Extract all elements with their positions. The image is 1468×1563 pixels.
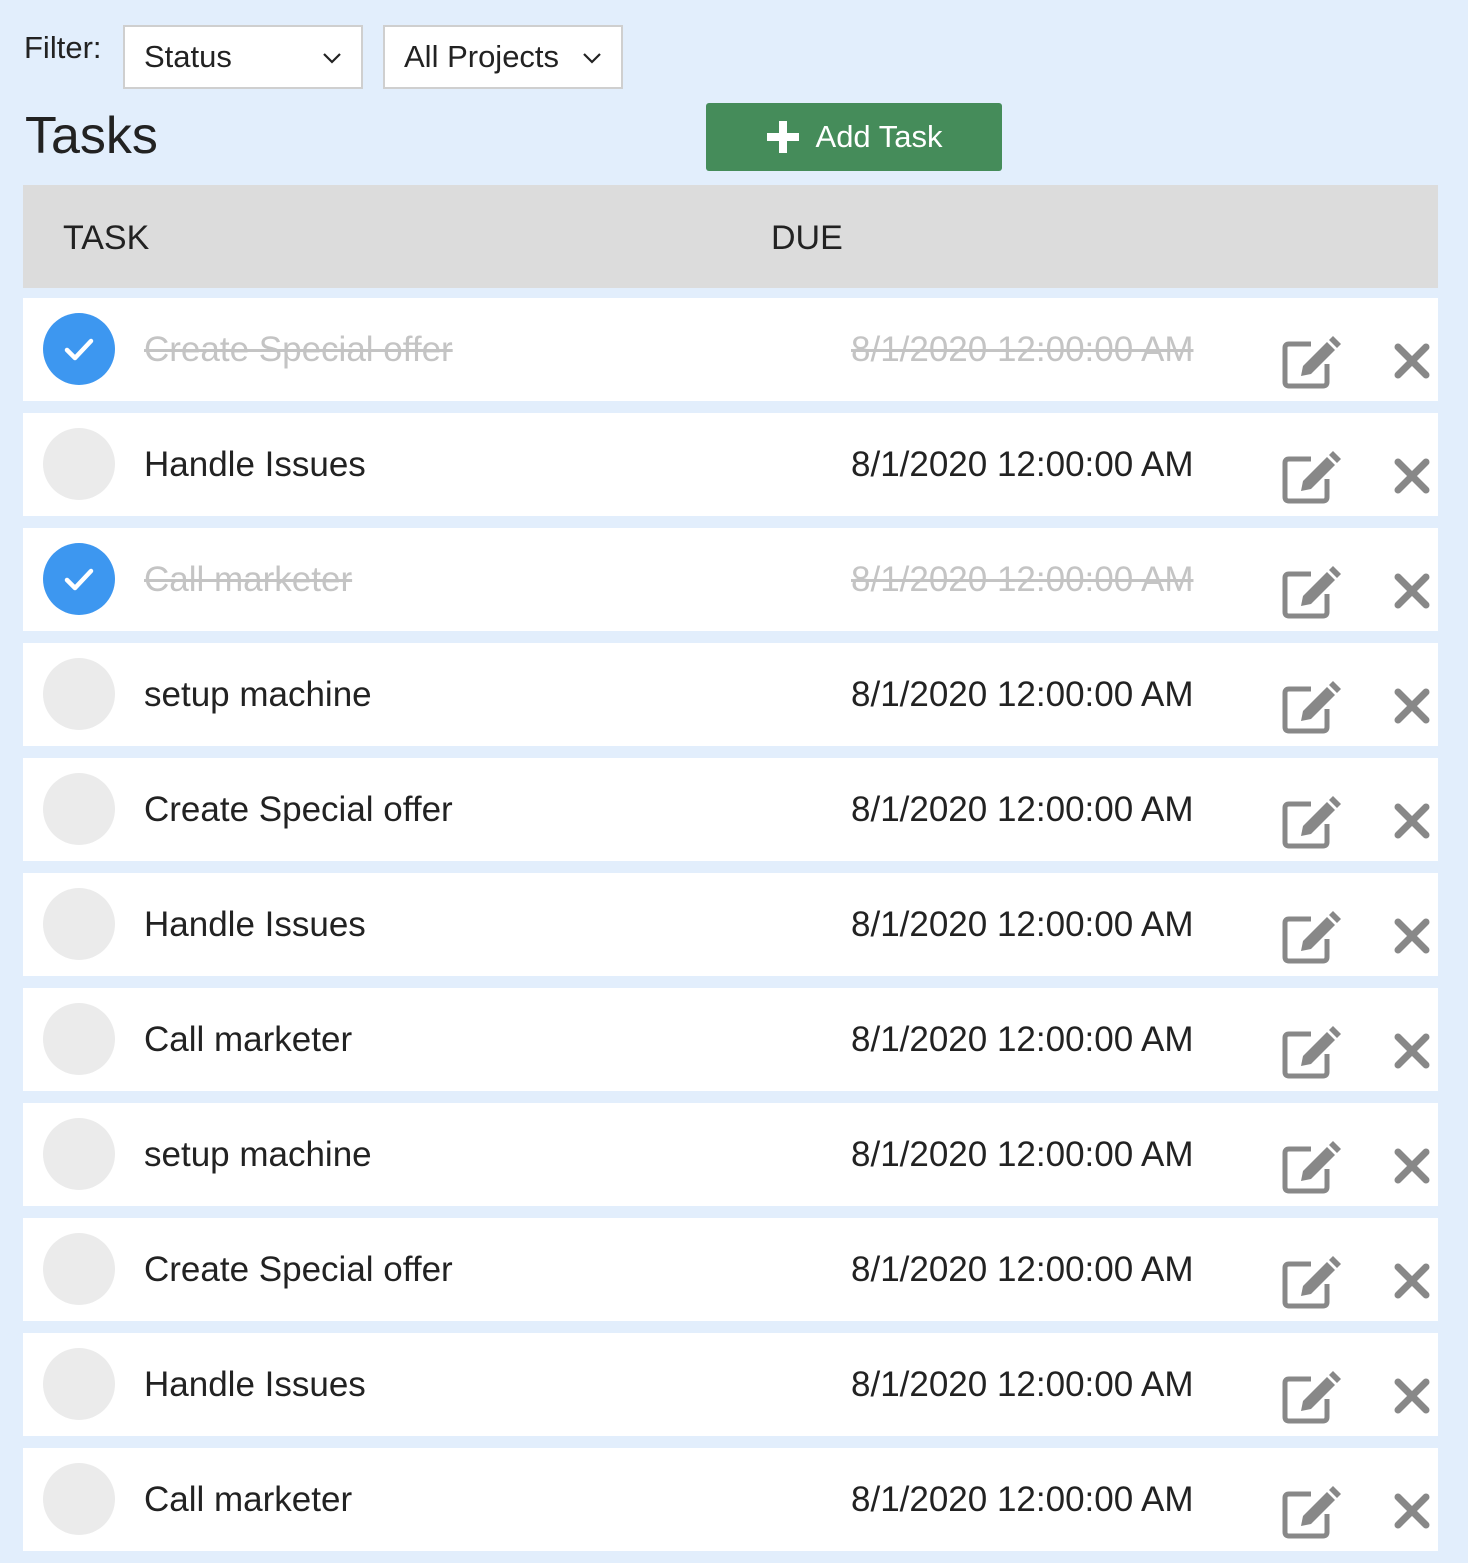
close-icon[interactable] [1393, 1377, 1431, 1415]
edit-icon[interactable] [1281, 909, 1341, 965]
close-icon[interactable] [1393, 1032, 1431, 1070]
complete-toggle[interactable] [43, 888, 115, 960]
chevron-down-icon [583, 53, 601, 64]
task-due-date: 8/1/2020 12:00:00 AM [851, 1135, 1194, 1174]
checkmark-icon [64, 338, 94, 361]
task-name: Create Special offer [144, 790, 453, 829]
task-due-date: 8/1/2020 12:00:00 AM [851, 1020, 1194, 1059]
task-name: setup machine [144, 1135, 372, 1174]
complete-toggle[interactable] [43, 543, 115, 615]
complete-toggle[interactable] [43, 428, 115, 500]
edit-icon[interactable] [1281, 564, 1341, 620]
task-due-date: 8/1/2020 12:00:00 AM [851, 445, 1194, 484]
complete-toggle[interactable] [43, 1003, 115, 1075]
task-due-date: 8/1/2020 12:00:00 AM [851, 330, 1194, 369]
edit-icon[interactable] [1281, 449, 1341, 505]
task-due-date: 8/1/2020 12:00:00 AM [851, 675, 1194, 714]
task-name: Call marketer [144, 1020, 353, 1059]
column-header-task: TASK [63, 219, 150, 257]
table-row: setup machine 8/1/2020 12:00:00 AM [23, 643, 1438, 746]
task-name: Call marketer [144, 560, 353, 599]
task-due-date: 8/1/2020 12:00:00 AM [851, 1365, 1194, 1404]
table-row: Call marketer 8/1/2020 12:00:00 AM [23, 988, 1438, 1091]
complete-toggle[interactable] [43, 1348, 115, 1420]
close-icon[interactable] [1393, 1147, 1431, 1185]
table-row: setup machine 8/1/2020 12:00:00 AM [23, 1103, 1438, 1206]
task-name: Handle Issues [144, 905, 366, 944]
close-icon[interactable] [1393, 457, 1431, 495]
close-icon[interactable] [1393, 802, 1431, 840]
close-icon[interactable] [1393, 572, 1431, 610]
task-name: setup machine [144, 675, 372, 714]
table-row: Create Special offer 8/1/2020 12:00:00 AM [23, 758, 1438, 861]
table-row: Call marketer 8/1/2020 12:00:00 AM [23, 1448, 1438, 1551]
edit-icon[interactable] [1281, 1369, 1341, 1425]
column-header-due: DUE [771, 219, 843, 257]
task-list: Create Special offer 8/1/2020 12:00:00 AM… [23, 298, 1438, 1563]
task-due-date: 8/1/2020 12:00:00 AM [851, 1480, 1194, 1519]
edit-icon[interactable] [1281, 334, 1341, 390]
edit-icon[interactable] [1281, 1024, 1341, 1080]
edit-icon[interactable] [1281, 794, 1341, 850]
task-name: Handle Issues [144, 1365, 366, 1404]
project-filter-value: All Projects [404, 39, 560, 74]
table-row: Create Special offer 8/1/2020 12:00:00 AM [23, 1218, 1438, 1321]
add-task-label: Add Task [815, 119, 943, 154]
page-title: Tasks [25, 107, 158, 165]
table-row: Call marketer 8/1/2020 12:00:00 AM [23, 528, 1438, 631]
task-due-date: 8/1/2020 12:00:00 AM [851, 790, 1194, 829]
close-icon[interactable] [1393, 1262, 1431, 1300]
checkmark-icon [64, 568, 94, 591]
close-icon[interactable] [1393, 342, 1431, 380]
task-due-date: 8/1/2020 12:00:00 AM [851, 905, 1194, 944]
complete-toggle[interactable] [43, 658, 115, 730]
edit-icon[interactable] [1281, 1484, 1341, 1540]
task-name: Call marketer [144, 1480, 353, 1519]
close-icon[interactable] [1393, 1492, 1431, 1530]
add-task-button[interactable]: Add Task [706, 103, 1002, 171]
task-name: Create Special offer [144, 330, 453, 369]
project-filter-select[interactable]: All Projects [383, 25, 623, 89]
table-row: Handle Issues 8/1/2020 12:00:00 AM [23, 413, 1438, 516]
table-row: Create Special offer 8/1/2020 12:00:00 AM [23, 298, 1438, 401]
complete-toggle[interactable] [43, 1463, 115, 1535]
status-filter-value: Status [144, 39, 232, 74]
edit-icon[interactable] [1281, 1139, 1341, 1195]
complete-toggle[interactable] [43, 1233, 115, 1305]
table-header: TASK DUE [23, 185, 1438, 288]
close-icon[interactable] [1393, 687, 1431, 725]
chevron-down-icon [323, 53, 341, 64]
task-name: Create Special offer [144, 1250, 453, 1289]
filter-label: Filter: [24, 30, 102, 65]
table-row: Handle Issues 8/1/2020 12:00:00 AM [23, 873, 1438, 976]
close-icon[interactable] [1393, 917, 1431, 955]
task-name: Handle Issues [144, 445, 366, 484]
status-filter-select[interactable]: Status [123, 25, 363, 89]
complete-toggle[interactable] [43, 313, 115, 385]
complete-toggle[interactable] [43, 1118, 115, 1190]
edit-icon[interactable] [1281, 1254, 1341, 1310]
plus-icon [766, 121, 799, 153]
task-due-date: 8/1/2020 12:00:00 AM [851, 560, 1194, 599]
edit-icon[interactable] [1281, 679, 1341, 735]
task-due-date: 8/1/2020 12:00:00 AM [851, 1250, 1194, 1289]
complete-toggle[interactable] [43, 773, 115, 845]
table-row: Handle Issues 8/1/2020 12:00:00 AM [23, 1333, 1438, 1436]
